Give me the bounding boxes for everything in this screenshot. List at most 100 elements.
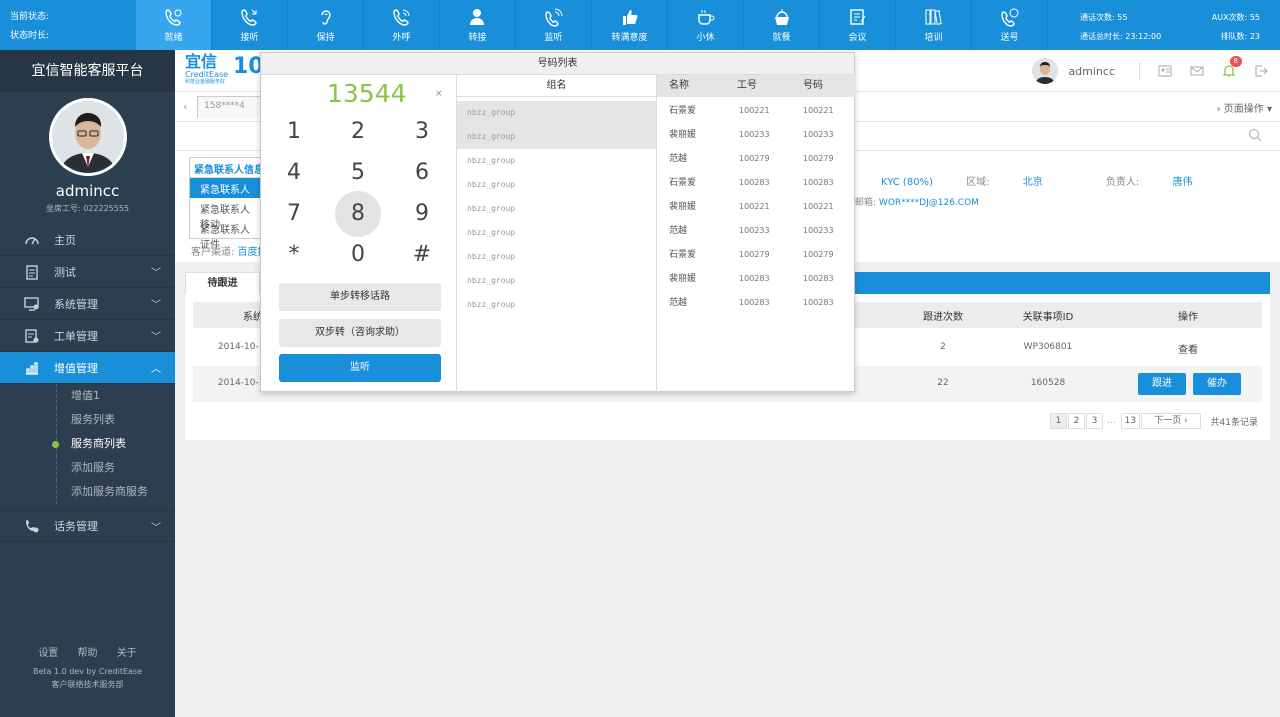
emergency-contacts-box: 紧急联系人信息 紧急联系人姓名 紧急联系人移动 紧急联系人证件 — [189, 157, 269, 251]
next-page-button[interactable]: 下一页 › — [1141, 413, 1201, 429]
toolbar-hold-button[interactable]: 保持 — [288, 0, 364, 50]
toolbar-satisfaction-button[interactable]: 转满意度 — [592, 0, 668, 50]
header-username[interactable]: admincc — [1068, 65, 1115, 78]
single-step-transfer-button[interactable]: 单步转移话路 — [279, 283, 441, 311]
member-row[interactable]: 裴丽媛 100233 100233 — [657, 123, 856, 147]
dial-key-7[interactable]: 7 — [271, 191, 317, 237]
toolbar-outbound-button[interactable]: 外呼 — [364, 0, 440, 50]
row-count: 2 — [940, 342, 946, 352]
toolbar-ready-button[interactable]: 就绪 — [136, 0, 212, 50]
member-row[interactable]: 裴丽媛 100221 100221 — [657, 195, 856, 219]
toolbar-send-number-button[interactable]: 送号 — [972, 0, 1048, 50]
notification-badge: 8 — [1229, 56, 1242, 67]
submenu-item[interactable]: 服务列表 — [56, 408, 175, 432]
emergency-contact-item[interactable]: 紧急联系人证件 — [190, 218, 268, 251]
followup-button[interactable]: 跟进 — [1138, 373, 1186, 395]
dial-key-6[interactable]: 6 — [399, 150, 445, 196]
member-number: 100233 — [803, 226, 834, 235]
page-button[interactable]: 13 — [1120, 413, 1141, 429]
clear-icon[interactable]: × — [435, 89, 443, 99]
member-name: 范越 — [669, 298, 688, 308]
view-link[interactable]: 查看 — [1133, 341, 1243, 356]
page-button[interactable]: 2 — [1068, 413, 1086, 429]
sidebar-item-system[interactable]: 系统管理 ﹀ — [0, 288, 175, 320]
group-item[interactable]: nbzz_group — [457, 293, 656, 317]
emergency-contact-item[interactable]: 紧急联系人移动 — [190, 198, 268, 231]
monitor-button[interactable]: 监听 — [279, 354, 441, 382]
group-item[interactable]: nbzz_group — [457, 101, 656, 125]
tab-pending-followup[interactable]: 待跟进 — [185, 272, 260, 294]
dial-key-star[interactable]: * — [271, 232, 317, 278]
group-item[interactable]: nbzz_group — [457, 269, 656, 293]
member-row[interactable]: 石景爱 100279 100279 — [657, 243, 856, 267]
page-button[interactable]: 3 — [1086, 413, 1104, 429]
sidebar-item-label: 测试 — [54, 265, 76, 279]
toolbar-meal-button[interactable]: 就餐 — [744, 0, 820, 50]
member-row[interactable]: 范越 100283 100283 — [657, 291, 856, 315]
dial-key-9[interactable]: 9 — [399, 191, 445, 237]
urge-button[interactable]: 催办 — [1193, 373, 1241, 395]
settings-link[interactable]: 设置 — [38, 648, 58, 659]
header-avatar[interactable] — [1032, 58, 1059, 84]
tab-scroll-left-icon[interactable]: ‹ — [183, 100, 187, 113]
dial-key-1[interactable]: 1 — [271, 109, 317, 155]
submenu-item[interactable]: 添加服务商服务 — [56, 480, 175, 504]
sidebar-item-label: 系统管理 — [54, 297, 98, 311]
group-item[interactable]: nbzz_group — [457, 125, 656, 149]
logout-icon[interactable] — [1254, 64, 1268, 78]
two-step-transfer-button[interactable]: 双步转（咨询求助） — [279, 319, 441, 347]
mail-icon[interactable] — [1190, 64, 1204, 78]
submenu-item[interactable]: 增值1 — [56, 384, 175, 408]
emergency-contact-item[interactable]: 紧急联系人姓名 — [190, 178, 268, 211]
group-item[interactable]: nbzz_group — [457, 245, 656, 269]
dial-key-2[interactable]: 2 — [335, 109, 381, 155]
help-link[interactable]: 帮助 — [78, 648, 98, 659]
page-button[interactable]: 1 — [1050, 413, 1068, 429]
dial-key-3[interactable]: 3 — [399, 109, 445, 155]
channel-label: 客户渠道: — [191, 247, 235, 258]
submenu-item-active[interactable]: 服务商列表 — [52, 432, 175, 456]
toolbar-label: 就餐 — [772, 33, 791, 43]
group-item[interactable]: nbzz_group — [457, 149, 656, 173]
submenu-item[interactable]: 添加服务 — [56, 456, 175, 480]
member-row[interactable]: 石景爱 100221 100221 — [657, 99, 856, 123]
toolbar-label: 监听 — [544, 33, 563, 43]
member-row[interactable]: 石景爱 100283 100283 — [657, 171, 856, 195]
sidebar-item-workorder[interactable]: 工单管理 ﹀ — [0, 320, 175, 352]
dial-key-0[interactable]: 0 — [335, 232, 381, 278]
sidebar-item-call-management[interactable]: 话务管理 ﹀ — [0, 510, 175, 542]
toolbar-transfer-button[interactable]: 转接 — [440, 0, 516, 50]
sidebar-username: admincc — [55, 182, 120, 200]
toolbar-monitor-button[interactable]: 监听 — [516, 0, 592, 50]
toolbar-training-button[interactable]: 培训 — [896, 0, 972, 50]
member-row[interactable]: 范越 100279 100279 — [657, 147, 856, 171]
sidebar-item-home[interactable]: 主页 — [0, 224, 175, 256]
search-icon[interactable] — [1248, 128, 1262, 142]
sidebar-item-test[interactable]: 测试 ﹀ — [0, 256, 175, 288]
col-staff-id: 工号 — [737, 80, 757, 91]
avatar[interactable] — [48, 98, 127, 176]
dial-key-8[interactable]: 8 — [335, 191, 381, 237]
member-header: 名称 工号 号码 — [657, 75, 856, 97]
about-link[interactable]: 关于 — [117, 648, 137, 659]
dial-key-5[interactable]: 5 — [335, 150, 381, 196]
group-item[interactable]: nbzz_group — [457, 197, 656, 221]
member-name: 裴丽媛 — [669, 202, 697, 212]
group-item[interactable]: nbzz_group — [457, 221, 656, 245]
contact-card-icon[interactable] — [1158, 64, 1172, 78]
send-number-icon — [1000, 8, 1018, 27]
page-operations-menu[interactable]: › 页面操作 ▾ — [1217, 100, 1272, 115]
group-item[interactable]: nbzz_group — [457, 173, 656, 197]
toolbar-break-button[interactable]: 小休 — [668, 0, 744, 50]
member-name: 范越 — [669, 226, 688, 236]
dial-key-hash[interactable]: # — [399, 232, 445, 278]
tab-customer[interactable]: 158****4 — [197, 96, 267, 118]
dialed-number[interactable]: 13544 — [327, 79, 407, 108]
member-row[interactable]: 裴丽媛 100283 100283 — [657, 267, 856, 291]
phone-ready-icon — [164, 9, 181, 26]
toolbar-answer-button[interactable]: 接听 — [212, 0, 288, 50]
member-row[interactable]: 范越 100233 100233 — [657, 219, 856, 243]
dial-key-4[interactable]: 4 — [271, 150, 317, 196]
toolbar-meeting-button[interactable]: 会议 — [820, 0, 896, 50]
sidebar-item-value-added[interactable]: 增值管理 ︿ — [0, 352, 175, 384]
